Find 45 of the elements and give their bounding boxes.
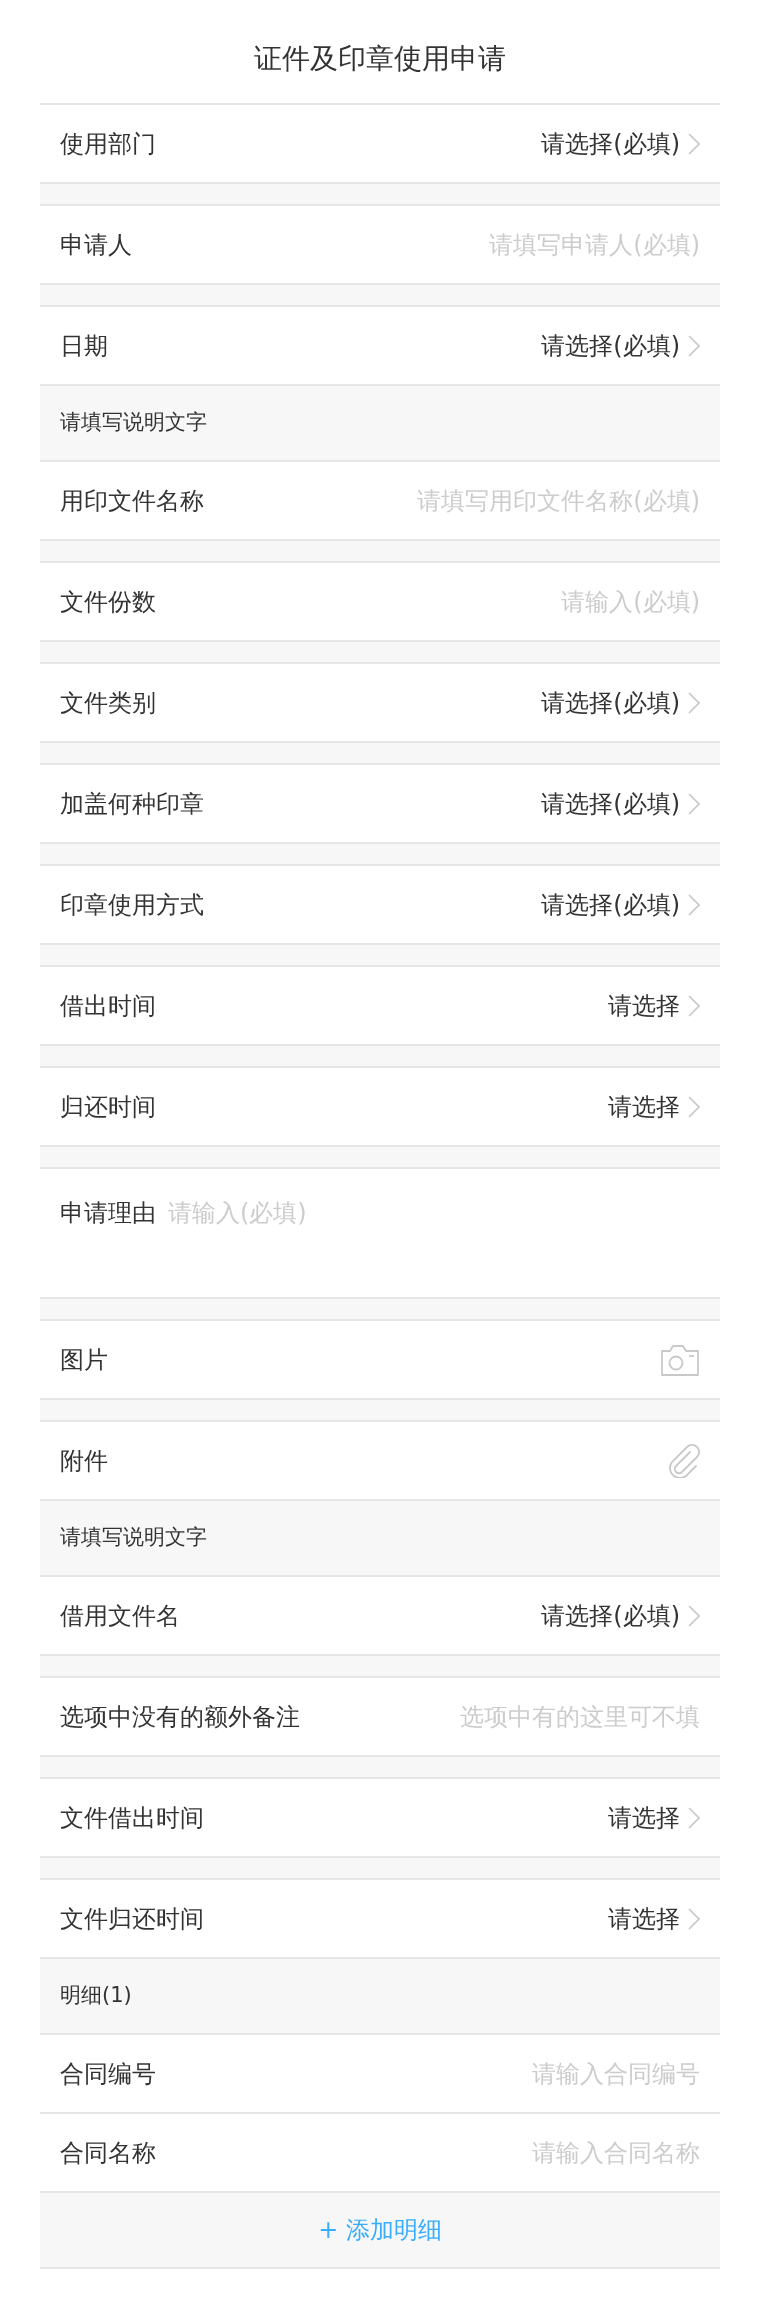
select-field[interactable]: 请选择(必填) [541,886,700,923]
chevron-icon [688,132,700,155]
select-field[interactable]: 请选择(必填) [541,1597,700,1634]
chevron-icon [688,691,700,714]
select-field[interactable]: 请选择 [608,1088,700,1125]
field-label: 选项中没有的额外备注 [60,1701,300,1733]
field-label: 借用文件名 [60,1600,180,1632]
chevron-icon [688,1806,700,1829]
field-label: 申请理由 [60,1198,156,1229]
field-label: 文件归还时间 [60,1903,204,1935]
chevron-icon [688,1604,700,1627]
chevron-icon [688,994,700,1017]
field-label: 文件份数 [60,586,156,618]
field-label: 日期 [60,330,108,362]
select-field[interactable]: 请选择(必填) [541,684,700,721]
select-field[interactable]: 请选择 [608,1799,700,1836]
field-label: 合同名称 [60,2137,156,2169]
field-label: 归还时间 [60,1091,156,1123]
chevron-icon [688,893,700,916]
select-field[interactable]: 请选择(必填) [541,785,700,822]
camera-icon[interactable] [660,1342,700,1377]
field-label: 文件类别 [60,687,156,719]
field-label: 文件借出时间 [60,1802,204,1834]
section-note: 明细(1) [60,1982,132,2010]
field-label: 用印文件名称 [60,485,204,517]
field-label: 印章使用方式 [60,889,204,921]
chevron-icon [688,334,700,357]
page-title: 证件及印章使用申请 [253,40,507,77]
field-label: 使用部门 [60,128,156,160]
field-label: 申请人 [60,229,132,261]
field-label: 合同编号 [60,2058,156,2090]
select-field[interactable]: 请选择 [608,987,700,1024]
section-note: 请填写说明文字 [60,1524,207,1552]
field-label: 图片 [60,1344,108,1376]
select-field[interactable]: 请选择(必填) [541,327,700,364]
select-field[interactable]: 请选择(必填) [541,125,700,162]
chevron-icon [688,1907,700,1930]
section-note: 请填写说明文字 [60,409,207,437]
chevron-icon [688,792,700,815]
field-label: 附件 [60,1445,108,1477]
paperclip-icon[interactable] [668,1443,700,1478]
field-label: 借出时间 [60,990,156,1022]
select-field[interactable]: 请选择 [608,1900,700,1937]
chevron-icon [688,1095,700,1118]
field-label: 加盖何种印章 [60,788,204,820]
